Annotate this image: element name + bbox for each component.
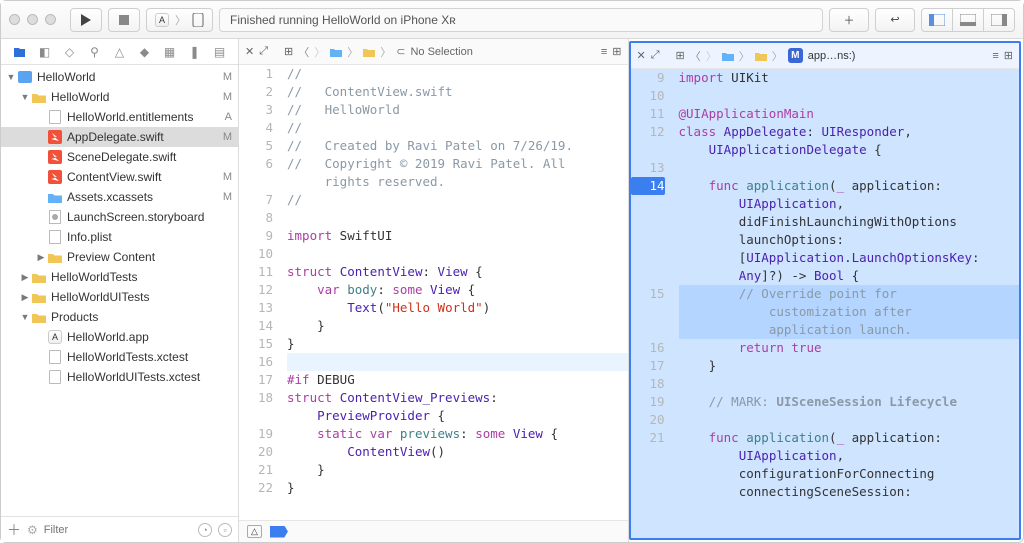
folder-y-icon [31,89,47,105]
folder-y-icon [31,289,47,305]
project-navigator-tab[interactable] [12,44,28,60]
file-entitlements[interactable]: HelloWorld.entitlementsA [1,107,238,127]
jump-bar-right[interactable]: ✕ ⤢ ⊞ 〈 〉 〉 〉 M app…ns:) ≡ ⊞ [631,43,1020,69]
group-products[interactable]: ▼Products [1,307,238,327]
file-infoplist[interactable]: Info.plist [1,227,238,247]
navigator-tabs: ◧ ◇ ⚲ △ ◆ ▦ ❚ ▤ [1,39,238,65]
proj-icon [17,69,33,85]
code-editor-left[interactable]: 12345678910111213141516171819202122 ////… [239,65,628,520]
product-tests[interactable]: HelloWorldTests.xctest [1,347,238,367]
add-icon[interactable]: ＋ [7,520,21,540]
expand-icon[interactable]: ⤢ [259,45,268,58]
device-icon [192,13,204,27]
run-button[interactable] [70,8,102,32]
folder-y-icon [31,309,47,325]
jump-bar-left[interactable]: ✕ ⤢ ⊞ 〈 〉 〉 〉 ⊂ No Selection ≡ ⊞ [239,39,628,65]
primary-editor: ✕ ⤢ ⊞ 〈 〉 〉 〉 ⊂ No Selection ≡ ⊞ 1234567… [239,39,629,542]
window-controls [9,14,56,25]
find-navigator-tab[interactable]: ⚲ [87,44,103,60]
code-editor-right[interactable]: 9101112131415161718192021 import UIKit @… [631,69,1020,538]
toggle-navigator-button[interactable] [921,8,953,32]
breakpoint-toggle-icon[interactable]: △ [247,525,262,538]
lines-icon[interactable]: ≡ [992,50,998,62]
storyboard-icon [47,209,63,225]
toggle-debug-button[interactable] [952,8,984,32]
folder-b-icon [47,189,63,205]
recent-filter-icon[interactable]: ◔ [198,523,212,537]
code-review-button[interactable]: ↩︎ [875,8,915,32]
breakpoint-tag-icon[interactable] [270,526,288,538]
product-uitests[interactable]: HelloWorldUITests.xctest [1,367,238,387]
file-launchscreen[interactable]: LaunchScreen.storyboard [1,207,238,227]
folder-y-icon [47,249,63,265]
breakpoint-navigator-tab[interactable]: ❚ [187,44,203,60]
report-navigator-tab[interactable]: ▤ [212,44,228,60]
close-window-icon[interactable] [9,14,20,25]
app-icon: A [155,13,169,27]
filter-input[interactable] [44,524,192,536]
minimize-window-icon[interactable] [27,14,38,25]
debug-navigator-tab[interactable]: ▦ [162,44,178,60]
navigator-filter-bar: ＋ ⚙ ◔ ▫ [1,516,238,542]
folder-icon [722,51,734,61]
plist-icon [47,229,63,245]
forward-icon[interactable]: 〉 [706,48,717,64]
folder-y-icon [31,269,47,285]
related-items-icon[interactable]: ⊞ [676,49,685,62]
app-icon: A [47,329,63,345]
activity-status: Finished running HelloWorld on iPhone Xʀ [219,8,823,32]
library-button[interactable]: ＋ [829,8,869,32]
add-editor-icon[interactable]: ⊞ [612,45,621,58]
group-uitests[interactable]: ▶HelloWorldUITests [1,287,238,307]
doc-icon [47,369,63,385]
stop-button[interactable] [108,8,140,32]
swift-icon [47,149,63,165]
jump-selection-label: No Selection [410,46,472,58]
folder-icon [363,47,375,57]
file-appdelegate[interactable]: AppDelegate.swiftM [1,127,238,147]
zoom-window-icon[interactable] [45,14,56,25]
source-control-tab[interactable]: ◧ [37,44,53,60]
file-contentview[interactable]: ContentView.swiftM [1,167,238,187]
test-navigator-tab[interactable]: ◆ [137,44,153,60]
group-preview[interactable]: ▶Preview Content [1,247,238,267]
panel-toggle-group [921,8,1015,32]
swift-icon [47,129,63,145]
method-badge-icon: M [788,48,803,63]
swift-icon [47,169,63,185]
add-editor-icon[interactable]: ⊞ [1004,49,1013,62]
back-icon[interactable]: 〈 [690,48,701,64]
product-app[interactable]: AHelloWorld.app [1,327,238,347]
file-scenedelegate[interactable]: SceneDelegate.swift [1,147,238,167]
scm-filter-icon[interactable]: ▫ [218,523,232,537]
issue-navigator-tab[interactable]: △ [112,44,128,60]
close-tab-icon[interactable]: ✕ [245,45,254,58]
toggle-inspector-button[interactable] [983,8,1015,32]
navigator: ◧ ◇ ⚲ △ ◆ ▦ ❚ ▤ ▼HelloWorldM▼HelloWorldM… [1,39,239,542]
project-tree[interactable]: ▼HelloWorldM▼HelloWorldMHelloWorld.entit… [1,65,238,516]
folder-icon [330,47,342,57]
file-assets[interactable]: Assets.xcassetsM [1,187,238,207]
group-tests[interactable]: ▶HelloWorldTests [1,267,238,287]
close-tab-icon[interactable]: ✕ [637,49,646,62]
doc-icon [47,109,63,125]
assistant-editor: ✕ ⤢ ⊞ 〈 〉 〉 〉 M app…ns:) ≡ ⊞ 91011121314… [629,41,1022,540]
back-icon[interactable]: 〈 [298,44,309,60]
scheme-selector[interactable]: A 〉 [146,8,213,32]
toolbar: A 〉 Finished running HelloWorld on iPhon… [1,1,1023,39]
jump-crumb-label: app…ns:) [808,50,856,62]
folder-icon [755,51,767,61]
editor-bottom-bar: △ [239,520,628,542]
group-helloworld[interactable]: ▼HelloWorldM [1,87,238,107]
chevron-right-icon: 〉 [175,12,186,28]
lines-icon[interactable]: ≡ [601,46,607,58]
doc-icon [47,349,63,365]
expand-icon[interactable]: ⤢ [651,49,660,62]
forward-icon[interactable]: 〉 [314,44,325,60]
symbol-navigator-tab[interactable]: ◇ [62,44,78,60]
filter-icon: ⚙ [27,523,38,537]
project-root[interactable]: ▼HelloWorldM [1,67,238,87]
related-items-icon[interactable]: ⊞ [284,45,293,58]
